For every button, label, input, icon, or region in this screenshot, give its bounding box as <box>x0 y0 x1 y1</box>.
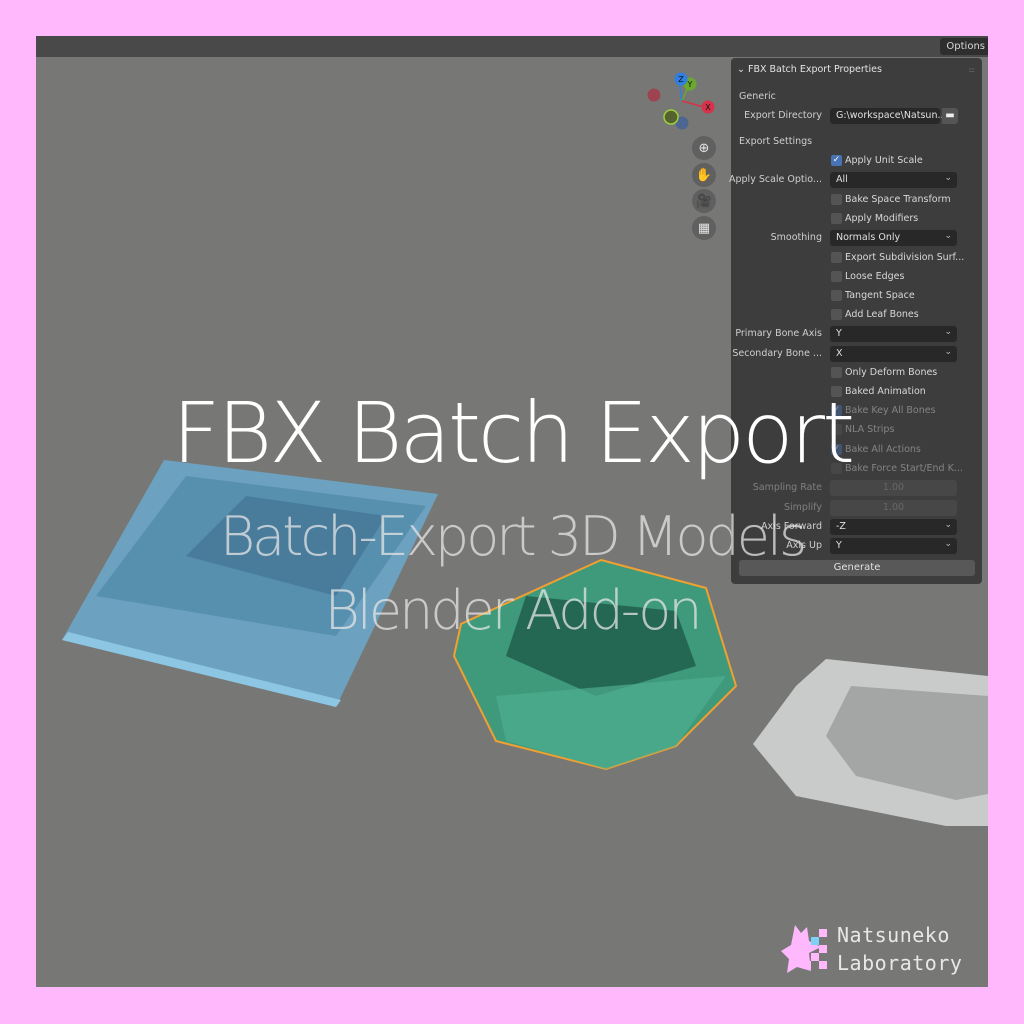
chevron-down-icon: ⌄ <box>737 64 748 75</box>
checkbox[interactable] <box>831 252 842 263</box>
secondary-bone-axis-dropdown[interactable]: X ⌄ <box>830 346 957 362</box>
apply-scale-options-row: Apply Scale Optio... All ⌄ <box>729 172 982 189</box>
neg-x-axis-icon <box>647 88 661 102</box>
checkbox[interactable] <box>831 271 842 282</box>
smoothing-dropdown[interactable]: Normals Only ⌄ <box>830 230 957 246</box>
chevron-down-icon: ⌄ <box>944 327 952 337</box>
checkbox[interactable]: ✓ <box>831 155 842 166</box>
promo-title: FBX Batch Export <box>171 384 855 482</box>
apply-scale-options-dropdown[interactable]: All ⌄ <box>830 172 957 188</box>
chevron-down-icon: ⌄ <box>944 173 952 183</box>
svg-text:Y: Y <box>687 80 693 89</box>
hand-pan-icon[interactable]: ✋ <box>692 163 716 187</box>
apply-modifiers-row[interactable]: Apply Modifiers <box>731 211 982 228</box>
clear-gem[interactable] <box>753 659 988 826</box>
checkbox[interactable] <box>831 194 842 205</box>
primary-bone-axis-dropdown[interactable]: Y ⌄ <box>830 326 957 342</box>
export-directory-row: Export Directory G:\workspace\Natsun... … <box>731 108 982 125</box>
smoothing-row: Smoothing Normals Only ⌄ <box>731 230 982 247</box>
promo-tagline: Blender Add-on <box>324 579 703 642</box>
brand-line-2: Laboratory <box>837 951 963 975</box>
primary-bone-axis-row: Primary Bone Axis Y ⌄ <box>731 326 982 343</box>
chevron-down-icon: ⌄ <box>944 231 952 241</box>
drag-grip-icon[interactable]: :::: <box>969 66 976 74</box>
promo-subtitle: Batch-Export 3D Models <box>219 505 807 568</box>
panel-header[interactable]: ⌄ FBX Batch Export Properties <box>737 64 882 75</box>
brand-line-1: Natsuneko <box>837 923 950 947</box>
checkbox[interactable] <box>831 309 842 320</box>
checkbox[interactable] <box>831 290 842 301</box>
tangent-space-row[interactable]: Tangent Space <box>731 288 982 305</box>
chevron-down-icon: ⌄ <box>944 347 952 357</box>
3d-viewport[interactable]: Options Z Y X ⊕ ✋ 🎥 ▦ ⌄ FBX Batch Export… <box>36 36 988 987</box>
folder-icon[interactable]: ▬ <box>942 108 958 124</box>
export-directory-input[interactable]: G:\workspace\Natsun... <box>830 108 947 124</box>
secondary-bone-axis-row: Secondary Bone ... X ⌄ <box>731 346 982 363</box>
apply-unit-scale-row[interactable]: ✓ Apply Unit Scale <box>731 153 982 170</box>
loose-edges-row[interactable]: Loose Edges <box>731 269 982 286</box>
zoom-icon[interactable]: ⊕ <box>692 136 716 160</box>
bake-space-transform-row[interactable]: Bake Space Transform <box>731 192 982 209</box>
export-settings-label: Export Settings <box>739 136 813 147</box>
svg-text:X: X <box>705 103 711 112</box>
only-deform-bones-row[interactable]: Only Deform Bones <box>731 365 982 382</box>
add-leaf-bones-row[interactable]: Add Leaf Bones <box>731 307 982 324</box>
camera-icon[interactable]: 🎥 <box>692 189 716 213</box>
checkbox[interactable] <box>831 213 842 224</box>
export-subdivision-row[interactable]: Export Subdivision Surf... <box>731 250 982 267</box>
checkbox[interactable] <box>831 367 842 378</box>
sakura-pixel-logo-icon <box>781 925 827 973</box>
grid-icon[interactable]: ▦ <box>692 216 716 240</box>
sampling-rate-input[interactable]: 1.00 <box>830 480 957 496</box>
sampling-rate-row: Sampling Rate 1.00 <box>731 480 982 497</box>
generic-section-label: Generic <box>739 91 776 102</box>
svg-text:Z: Z <box>678 75 684 84</box>
neg-y-axis-icon <box>663 109 679 125</box>
natsuneko-laboratory-logo: Natsuneko Laboratory <box>781 921 981 981</box>
